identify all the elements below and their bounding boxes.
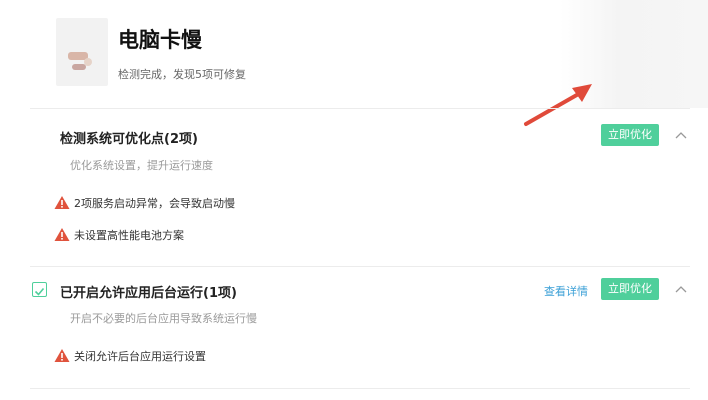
annotation-arrow-icon: [524, 84, 592, 126]
optimize-now-button[interactable]: 立即优化: [601, 124, 659, 146]
warning-icon: [54, 228, 70, 241]
issue-text: 未设置高性能电池方案: [74, 229, 184, 242]
optimize-now-button[interactable]: 立即优化: [601, 278, 659, 300]
checkmark-icon: [34, 287, 45, 296]
section-checkbox[interactable]: [32, 282, 47, 297]
section-description: 优化系统设置，提升运行速度: [70, 159, 213, 172]
scan-summary-text: 检测完成，发现5项可修复: [118, 68, 246, 81]
header-divider: [30, 108, 690, 109]
chevron-up-icon[interactable]: [674, 128, 688, 142]
issue-text: 2项服务启动异常，会导致启动慢: [74, 197, 235, 210]
issue-text: 关闭允许后台应用运行设置: [74, 350, 206, 363]
section-title: 检测系统可优化点(2项): [60, 132, 198, 147]
section-divider: [30, 266, 690, 267]
section-divider: [30, 388, 690, 389]
section-description: 开启不必要的后台应用导致系统运行慢: [70, 312, 257, 325]
warning-icon: [54, 196, 70, 209]
page-title: 电脑卡慢: [118, 28, 202, 52]
scan-thumbnail-image: [56, 18, 108, 86]
chevron-up-icon[interactable]: [674, 282, 688, 296]
section-title: 已开启允许应用后台运行(1项): [60, 286, 237, 301]
view-details-link[interactable]: 查看详情: [544, 283, 588, 299]
warning-icon: [54, 349, 70, 362]
scan-result-header: 电脑卡慢 检测完成，发现5项可修复: [0, 0, 708, 108]
